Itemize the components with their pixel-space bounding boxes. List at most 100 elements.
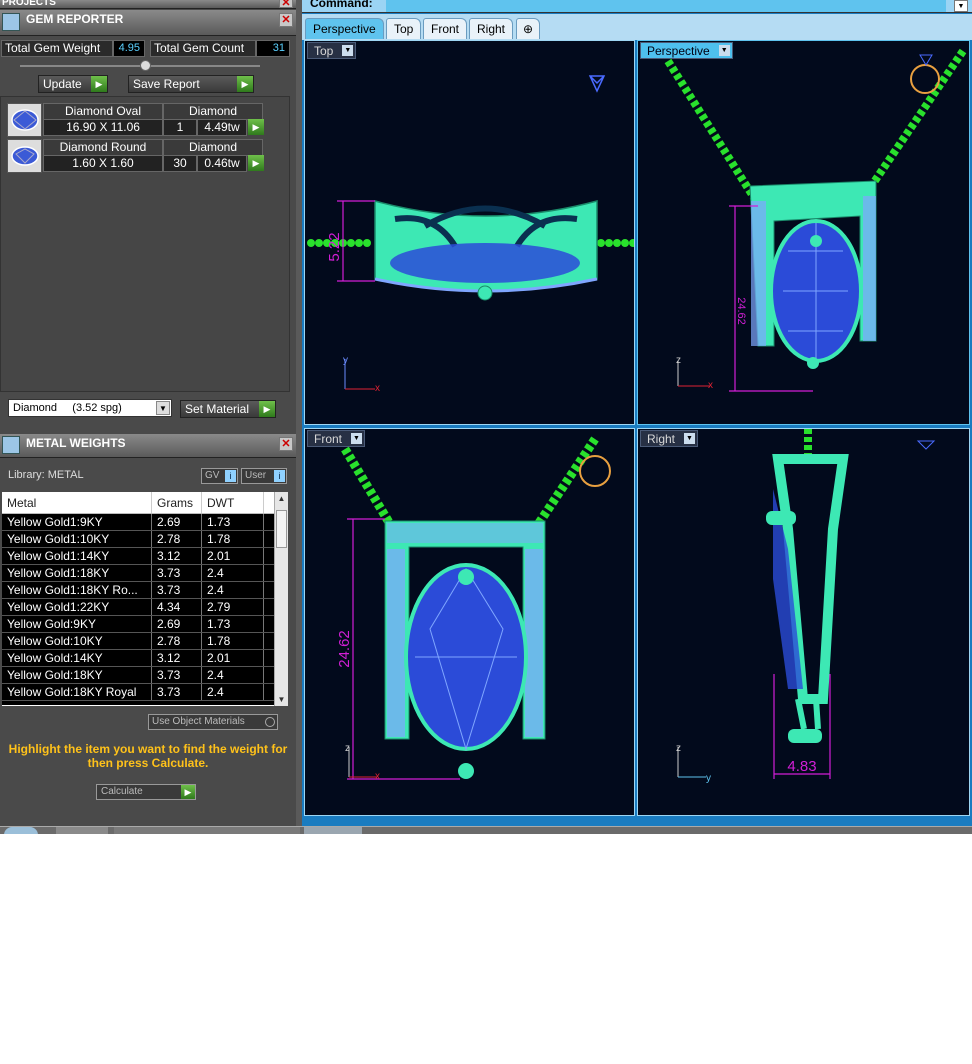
table-row[interactable]: Yellow Gold1:22KY 4.34 2.79 xyxy=(2,599,288,616)
library-label: Library: METAL xyxy=(8,469,84,481)
add-view-icon[interactable]: ⊕ xyxy=(516,18,541,39)
metal-cell: Yellow Gold1:10KY xyxy=(2,531,152,547)
column-header-grams[interactable]: Grams xyxy=(152,492,202,513)
scroll-up-arrow[interactable]: ▲ xyxy=(275,492,288,505)
viewport-perspective[interactable]: Perspective ▼ 24.62 z x xyxy=(637,40,970,425)
front-view-render: 24.62 z x xyxy=(336,436,611,782)
table-row[interactable]: Yellow Gold1:10KY 2.78 1.78 xyxy=(2,531,288,548)
start-button[interactable] xyxy=(4,827,38,834)
info-icon: i xyxy=(225,470,236,482)
dwt-cell: 1.73 xyxy=(202,616,264,632)
use-object-materials-toggle[interactable]: Use Object Materials xyxy=(148,714,278,730)
top-view-render: 5.22 y x xyxy=(307,75,634,394)
table-body: Yellow Gold1:9KY 2.69 1.73 Yellow Gold1:10K… xyxy=(2,514,288,701)
gem-weight: 4.49tw xyxy=(197,119,247,136)
svg-text:z: z xyxy=(676,355,681,366)
table-row[interactable]: Yellow Gold1:18KY Ro... 3.73 2.4 xyxy=(2,582,288,599)
projects-header: PROJECTS ✕ xyxy=(0,0,296,9)
command-input[interactable] xyxy=(386,0,946,12)
svg-text:y: y xyxy=(343,355,348,366)
gem-reporter-close-button[interactable]: ✕ xyxy=(279,13,293,27)
table-row[interactable]: Yellow Gold1:18KY 3.73 2.4 xyxy=(2,565,288,582)
metal-cell: Yellow Gold1:9KY xyxy=(2,514,152,530)
gv-toggle[interactable]: GV i xyxy=(201,468,238,484)
column-header-metal[interactable]: Metal xyxy=(2,492,152,513)
metal-weights-close-button[interactable]: ✕ xyxy=(279,437,293,451)
tab-perspective[interactable]: Perspective xyxy=(305,18,384,39)
total-gem-count-value: 31 xyxy=(256,40,290,57)
gem-select-go-button[interactable]: ▶ xyxy=(248,119,264,135)
update-button[interactable]: Update ▶ xyxy=(38,75,108,93)
gem-count: 1 xyxy=(163,119,197,136)
metal-cell: Yellow Gold:18KY Royal xyxy=(2,684,152,700)
total-gem-weight-label: Total Gem Weight xyxy=(1,40,113,57)
svg-text:y: y xyxy=(706,773,711,784)
gem-row[interactable]: Diamond Oval Diamond 16.90 X 11.06 1 4.4… xyxy=(7,103,291,137)
left-panel: PROJECTS ✕ GEM REPORTER ✕ Total Gem Weig… xyxy=(0,0,296,826)
projects-close-button[interactable]: ✕ xyxy=(279,0,293,9)
set-material-button[interactable]: Set Material ▶ xyxy=(180,400,276,418)
tab-top[interactable]: Top xyxy=(386,18,422,39)
command-label: Command: xyxy=(310,0,373,10)
dwt-cell: 1.78 xyxy=(202,633,264,649)
user-toggle[interactable]: User i xyxy=(241,468,287,484)
matrix-app-window: PROJECTS ✕ GEM REPORTER ✕ Total Gem Weig… xyxy=(0,0,972,834)
projects-title: PROJECTS xyxy=(2,0,56,8)
total-gem-weight-value: 4.95 xyxy=(113,40,145,57)
gem-weight: 0.46tw xyxy=(197,155,247,172)
viewport-top[interactable]: Top ▼ 5.22 y x xyxy=(304,40,635,425)
gem-material: Diamond xyxy=(163,139,263,156)
viewport-right[interactable]: Right ▼ 4.83 z y xyxy=(637,428,970,816)
metal-cell: Yellow Gold:14KY xyxy=(2,650,152,666)
column-header-dwt[interactable]: DWT xyxy=(202,492,264,513)
save-report-button[interactable]: Save Report ▶ xyxy=(128,75,254,93)
grams-cell: 2.69 xyxy=(152,616,202,632)
table-row[interactable]: Yellow Gold:14KY 3.12 2.01 xyxy=(2,650,288,667)
diamond-oval-icon xyxy=(7,103,42,137)
table-row[interactable]: Yellow Gold:18KY Royal 3.73 2.4 xyxy=(2,684,288,701)
dwt-cell: 2.01 xyxy=(202,548,264,564)
viewport-front[interactable]: Front ▼ 24.62 z x xyxy=(304,428,635,816)
gem-row[interactable]: Diamond Round Diamond 1.60 X 1.60 30 0.4… xyxy=(7,139,291,173)
diamond-round-icon xyxy=(7,139,42,173)
gem-select-go-button[interactable]: ▶ xyxy=(248,155,264,171)
calculate-label: Calculate xyxy=(101,786,143,797)
table-row[interactable]: Yellow Gold1:9KY 2.69 1.73 xyxy=(2,514,288,531)
splitter-handle[interactable] xyxy=(140,60,151,71)
table-scrollbar[interactable]: ▲ ▼ xyxy=(274,492,288,706)
gem-size: 1.60 X 1.60 xyxy=(43,155,163,172)
taskbar xyxy=(0,826,972,834)
table-row[interactable]: Yellow Gold:18KY 3.73 2.4 xyxy=(2,667,288,684)
metal-cell: Yellow Gold1:22KY xyxy=(2,599,152,615)
svg-text:x: x xyxy=(375,771,380,782)
tab-right[interactable]: Right xyxy=(469,18,514,39)
svg-text:z: z xyxy=(345,743,350,754)
table-row[interactable]: Yellow Gold:10KY 2.78 1.78 xyxy=(2,633,288,650)
chevron-down-icon: ▼ xyxy=(156,401,170,415)
material-select[interactable]: Diamond (3.52 spg) ▼ xyxy=(8,399,172,417)
taskbar-item[interactable] xyxy=(56,827,108,834)
taskbar-item[interactable] xyxy=(304,827,362,834)
grams-cell: 2.78 xyxy=(152,531,202,547)
command-dropdown-icon[interactable]: ▼ xyxy=(954,0,968,12)
tab-front[interactable]: Front xyxy=(423,18,468,39)
set-material-go-icon: ▶ xyxy=(259,401,275,417)
taskbar-item[interactable] xyxy=(114,827,300,834)
grams-cell: 3.73 xyxy=(152,565,202,581)
svg-text:x: x xyxy=(708,380,713,391)
scroll-down-arrow[interactable]: ▼ xyxy=(275,693,288,706)
calculate-button[interactable]: Calculate ▶ xyxy=(96,784,196,800)
material-select-value: Diamond (3.52 spg) xyxy=(13,402,122,414)
grams-cell: 3.73 xyxy=(152,684,202,700)
gem-reporter-header: GEM REPORTER ✕ xyxy=(0,10,296,36)
partial-row xyxy=(2,701,288,705)
metal-cell: Yellow Gold1:18KY xyxy=(2,565,152,581)
dwt-cell: 2.01 xyxy=(202,650,264,666)
gem-material: Diamond xyxy=(163,103,263,120)
metal-cell: Yellow Gold1:14KY xyxy=(2,548,152,564)
perspective-dimension: 24.62 xyxy=(735,297,747,325)
table-row[interactable]: Yellow Gold1:14KY 3.12 2.01 xyxy=(2,548,288,565)
gem-list: Diamond Oval Diamond 16.90 X 11.06 1 4.4… xyxy=(0,96,290,392)
scroll-thumb[interactable] xyxy=(276,510,287,548)
table-row[interactable]: Yellow Gold:9KY 2.69 1.73 xyxy=(2,616,288,633)
